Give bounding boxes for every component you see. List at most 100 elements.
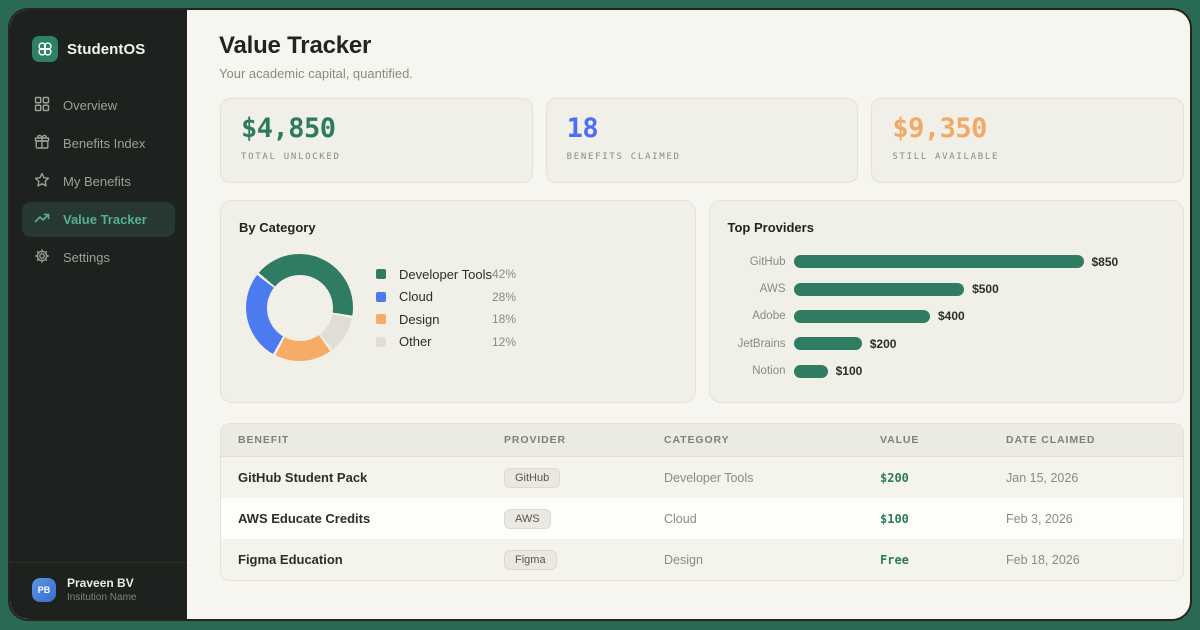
sidebar-item-label: Benefits Index	[63, 136, 145, 151]
cell-category: Cloud	[647, 512, 863, 526]
column-header-date-claimed: Date Claimed	[989, 434, 1183, 446]
bar-fill	[794, 255, 1084, 268]
legend-percentage: 18%	[492, 312, 516, 326]
sidebar-item-label: Overview	[63, 98, 117, 113]
provider-badge: AWS	[504, 509, 551, 529]
provider-badge: GitHub	[504, 468, 560, 488]
bar-row: Adobe $400	[724, 303, 1168, 330]
cell-provider: Figma	[487, 550, 647, 570]
legend-label: Developer Tools	[399, 267, 492, 282]
sidebar-item-label: My Benefits	[63, 174, 131, 189]
bar-label: AWS	[724, 283, 786, 295]
table-row[interactable]: AWS Educate CreditsAWSCloud$100Feb 3, 20…	[221, 498, 1183, 539]
gift-icon	[34, 134, 50, 153]
legend-item: Design18%	[376, 308, 516, 331]
legend-label: Other	[399, 334, 492, 349]
column-header-provider: Provider	[487, 434, 647, 446]
bar-label: Adobe	[724, 310, 786, 322]
legend-item: Cloud28%	[376, 286, 516, 309]
studentos-logo-icon	[32, 36, 58, 62]
sidebar-item-benefits-index[interactable]: Benefits Index	[22, 126, 175, 161]
stat-card-total-unlocked: $4,850 TOTAL UNLOCKED	[220, 98, 533, 183]
page-header: Value Tracker Your academic capital, qua…	[187, 10, 1190, 81]
stat-label: TOTAL UNLOCKED	[241, 152, 512, 162]
stats-row: $4,850 TOTAL UNLOCKED 18 BENEFITS CLAIME…	[220, 98, 1184, 183]
bar-label: GitHub	[724, 256, 786, 268]
user-name: Praveen BV	[67, 576, 136, 590]
legend-item: Other12%	[376, 331, 516, 354]
sidebar-item-settings[interactable]: Settings	[22, 240, 175, 275]
table-row[interactable]: GitHub Student Pack GitHub Developer Tools…	[221, 457, 1183, 498]
legend-label: Design	[399, 312, 492, 327]
star-icon	[34, 172, 50, 191]
page-title: Value Tracker	[219, 32, 1190, 60]
donut-chart	[246, 254, 353, 361]
legend-swatch	[376, 314, 386, 324]
bar-label: JetBrains	[724, 338, 786, 350]
brand-title: StudentOS	[67, 41, 145, 58]
stat-label: BENEFITS CLAIMED	[567, 152, 838, 162]
sidebar-item-label: Value Tracker	[63, 212, 147, 227]
user-profile[interactable]: PB Praveen BV Insitution Name	[10, 562, 187, 619]
providers-chart-card: Top Providers GitHub $850 AWS $500 Adobe $400…	[709, 200, 1185, 403]
page-subtitle: Your academic capital, quantified.	[219, 66, 1190, 81]
legend-percentage: 42%	[492, 267, 516, 281]
bar-value: $500	[972, 282, 999, 296]
cell-category: Developer Tools	[647, 471, 863, 485]
table-header-row: Benefit Provider Category Value Date Cla…	[221, 424, 1183, 457]
providers-bars: GitHub $850 AWS $500 Adobe $400 JetBrains $200 N…	[710, 235, 1184, 385]
bar-fill	[794, 365, 828, 378]
sidebar-item-my-benefits[interactable]: My Benefits	[22, 164, 175, 199]
grid-icon	[34, 96, 50, 115]
table-row[interactable]: Figma EducationFigmaDesignFreeFeb 18, 20…	[221, 539, 1183, 580]
column-header-benefit: Benefit	[221, 434, 487, 446]
bar-value: $200	[870, 337, 897, 351]
gear-icon	[34, 248, 50, 267]
bar-label: Notion	[724, 365, 786, 377]
bar-value: $850	[1092, 255, 1119, 269]
stat-value: $9,350	[892, 113, 1163, 144]
bar-value: $100	[836, 364, 863, 378]
cell-date: Feb 3, 2026	[989, 512, 1183, 526]
bar-value: $400	[938, 309, 965, 323]
cell-category: Design	[647, 553, 863, 567]
provider-badge: Figma	[504, 550, 557, 570]
donut-legend: Developer Tools42%Cloud28%Design18%Other…	[376, 263, 516, 353]
user-org: Insitution Name	[67, 592, 136, 603]
bar-fill	[794, 310, 930, 323]
cell-benefit: Figma Education	[221, 552, 487, 567]
column-header-value: Value	[863, 434, 989, 446]
bar-row: AWS $500	[724, 275, 1168, 302]
sidebar-item-label: Settings	[63, 250, 110, 265]
trending-up-icon	[34, 210, 50, 229]
legend-swatch	[376, 269, 386, 279]
stat-card-still-available: $9,350 STILL AVAILABLE	[871, 98, 1184, 183]
chart-title: By Category	[221, 201, 695, 235]
bar-row: GitHub $850	[724, 248, 1168, 275]
legend-swatch	[376, 292, 386, 302]
cell-value: $200	[863, 471, 989, 485]
stat-card-benefits-claimed: 18 BENEFITS CLAIMED	[546, 98, 859, 183]
table-body: GitHub Student Pack GitHub Developer Tools…	[221, 457, 1183, 580]
avatar: PB	[32, 578, 56, 602]
legend-swatch	[376, 337, 386, 347]
cell-date: Jan 15, 2026	[989, 471, 1183, 485]
sidebar-item-value-tracker[interactable]: Value Tracker	[22, 202, 175, 237]
legend-label: Cloud	[399, 289, 492, 304]
charts-row: By Category Developer Tools42%Cloud28%De…	[220, 200, 1184, 403]
legend-item: Developer Tools42%	[376, 263, 516, 286]
app-window: StudentOS Overview	[8, 8, 1192, 621]
cell-value: Free	[863, 553, 989, 567]
cell-provider: GitHub	[487, 468, 647, 488]
legend-percentage: 28%	[492, 290, 516, 304]
cell-benefit: GitHub Student Pack	[221, 470, 487, 485]
chart-title: Top Providers	[710, 201, 1184, 235]
sidebar-item-overview[interactable]: Overview	[22, 88, 175, 123]
sidebar: StudentOS Overview	[10, 10, 187, 619]
stat-label: STILL AVAILABLE	[892, 152, 1163, 162]
bar-row: Notion $100	[724, 358, 1168, 385]
legend-percentage: 12%	[492, 335, 516, 349]
main-content: Value Tracker Your academic capital, qua…	[187, 10, 1190, 619]
stat-value: 18	[567, 113, 838, 144]
bar-row: JetBrains $200	[724, 330, 1168, 357]
